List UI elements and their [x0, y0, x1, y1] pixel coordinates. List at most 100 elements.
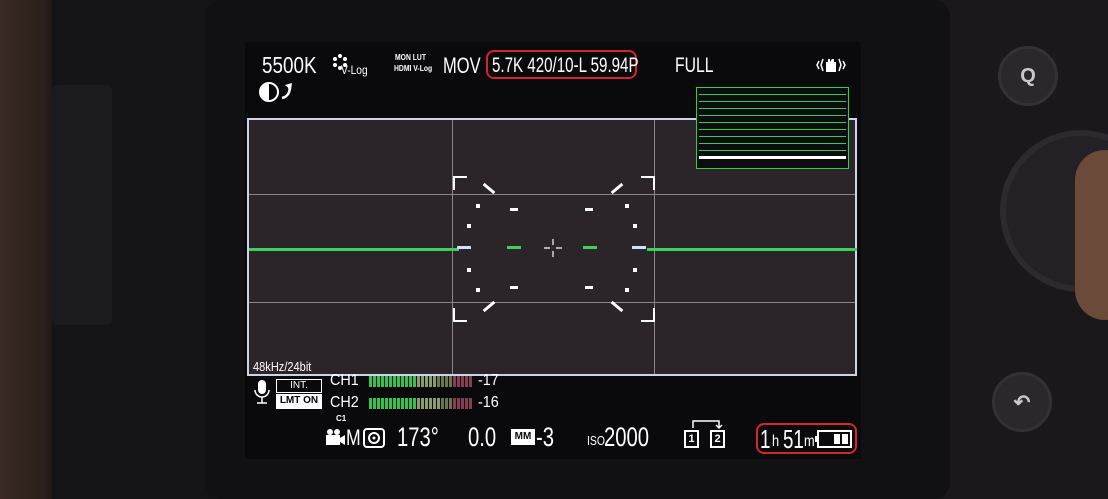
- custom-mode-label: C1: [336, 414, 347, 423]
- af-corner-bottom-left: [453, 308, 467, 322]
- meter-segment: [465, 398, 468, 409]
- histogram-line: [699, 122, 846, 123]
- meter-segment: [409, 398, 412, 409]
- limiter-label: LMT ON: [279, 395, 319, 406]
- meter-segment: [417, 398, 420, 409]
- channel-1-meter: [369, 376, 475, 387]
- channel-1-level: -17: [478, 372, 499, 389]
- meter-segment: [393, 376, 396, 387]
- af-dot: [633, 224, 637, 228]
- card-slot-2-label: 2: [714, 433, 721, 445]
- dual-slot-icon: [692, 420, 723, 430]
- mic-input-label: INT.: [290, 380, 308, 391]
- meter-segment: [373, 376, 376, 387]
- histogram-line: [699, 129, 846, 130]
- level-center-mark: [507, 246, 521, 249]
- af-corner-bottom-right: [641, 308, 655, 322]
- meter-segment: [409, 376, 412, 387]
- grid-line-horizontal: [249, 302, 855, 303]
- channel-2-meter: [369, 398, 475, 409]
- meter-segment: [405, 398, 408, 409]
- battery-icon: [815, 430, 852, 448]
- hdmi-lut-label: HDMI V-Log: [394, 64, 433, 73]
- meter-segment: [389, 376, 392, 387]
- q-button[interactable]: Q: [998, 46, 1058, 106]
- meter-segment: [429, 398, 432, 409]
- iso-prefix: ISO: [587, 433, 605, 448]
- meter-segment: [429, 376, 432, 387]
- af-dot: [625, 288, 629, 292]
- operator-thumb: [1075, 150, 1108, 320]
- meter-segment: [437, 376, 440, 387]
- af-tick: [585, 208, 593, 211]
- histogram: [696, 87, 849, 169]
- histogram-line: [699, 115, 846, 116]
- mic-input-badge: INT.: [276, 379, 322, 393]
- remaining-minutes: 51: [783, 424, 804, 454]
- meter-segment: [381, 376, 384, 387]
- exposure-assist-indicator: [258, 80, 296, 111]
- sensor-mode-value: FULL: [675, 54, 714, 77]
- meter-segment: [385, 376, 388, 387]
- card-slot-1-icon: 1: [684, 430, 699, 448]
- meter-segment: [393, 398, 396, 409]
- meter-segment: [445, 376, 448, 387]
- card-slot-2-icon: 2: [710, 430, 725, 448]
- meter-segment: [449, 376, 452, 387]
- channel-2-level: -16: [478, 394, 499, 411]
- limiter-badge: LMT ON: [276, 394, 322, 409]
- histogram-line: [699, 150, 846, 151]
- meter-segment: [469, 398, 472, 409]
- histogram-line: [699, 94, 846, 95]
- histogram-line: [699, 108, 846, 109]
- meter-segment: [425, 398, 428, 409]
- contrast-dial-icon: [259, 82, 292, 102]
- camera-grip-ridge: [52, 85, 112, 325]
- meter-segment: [457, 398, 460, 409]
- mm-badge: MM: [511, 429, 535, 445]
- meter-segment: [389, 398, 392, 409]
- playback-button[interactable]: ↶: [992, 372, 1052, 432]
- af-tick: [632, 246, 646, 249]
- remaining-hours-unit: h: [772, 433, 780, 450]
- af-tick: [510, 208, 518, 211]
- meter-segment: [413, 398, 416, 409]
- center-crosshair-icon: [544, 239, 562, 257]
- af-dot: [476, 288, 480, 292]
- af-dot: [625, 204, 629, 208]
- af-dot: [633, 268, 637, 272]
- meter-segment: [405, 376, 408, 387]
- af-dot: [467, 224, 471, 228]
- meter-segment: [373, 398, 376, 409]
- meter-segment: [461, 398, 464, 409]
- mm-value: -3: [536, 422, 555, 452]
- meter-segment: [401, 376, 404, 387]
- histogram-line: [699, 143, 846, 144]
- meter-segment: [441, 398, 444, 409]
- meter-segment: [381, 398, 384, 409]
- remaining-minutes-unit: m: [804, 433, 815, 450]
- meter-segment: [441, 376, 444, 387]
- photo-style-label: V-Log: [341, 63, 368, 77]
- histogram-line: [699, 136, 846, 137]
- file-format-value: MOV: [443, 53, 481, 78]
- meter-segment: [401, 398, 404, 409]
- microphone-icon: [254, 380, 270, 404]
- meter-segment: [465, 376, 468, 387]
- level-gauge-right: [647, 248, 857, 251]
- meter-segment: [369, 398, 372, 409]
- iso-value: 2000: [604, 422, 650, 452]
- meter-segment: [397, 398, 400, 409]
- meter-segment: [457, 376, 460, 387]
- meter-segment: [449, 398, 452, 409]
- af-corner-top-left: [453, 176, 467, 190]
- audio-sample-rate: 48kHz/24bit: [253, 359, 312, 374]
- af-tick: [457, 246, 471, 249]
- level-gauge-left: [249, 248, 459, 251]
- meter-segment: [453, 398, 456, 409]
- hand-stabilizer-icon: [816, 58, 846, 72]
- meter-segment: [445, 398, 448, 409]
- channel-1-label: CH1: [330, 372, 359, 389]
- camera-body-left: [52, 0, 222, 499]
- meter-segment: [425, 376, 428, 387]
